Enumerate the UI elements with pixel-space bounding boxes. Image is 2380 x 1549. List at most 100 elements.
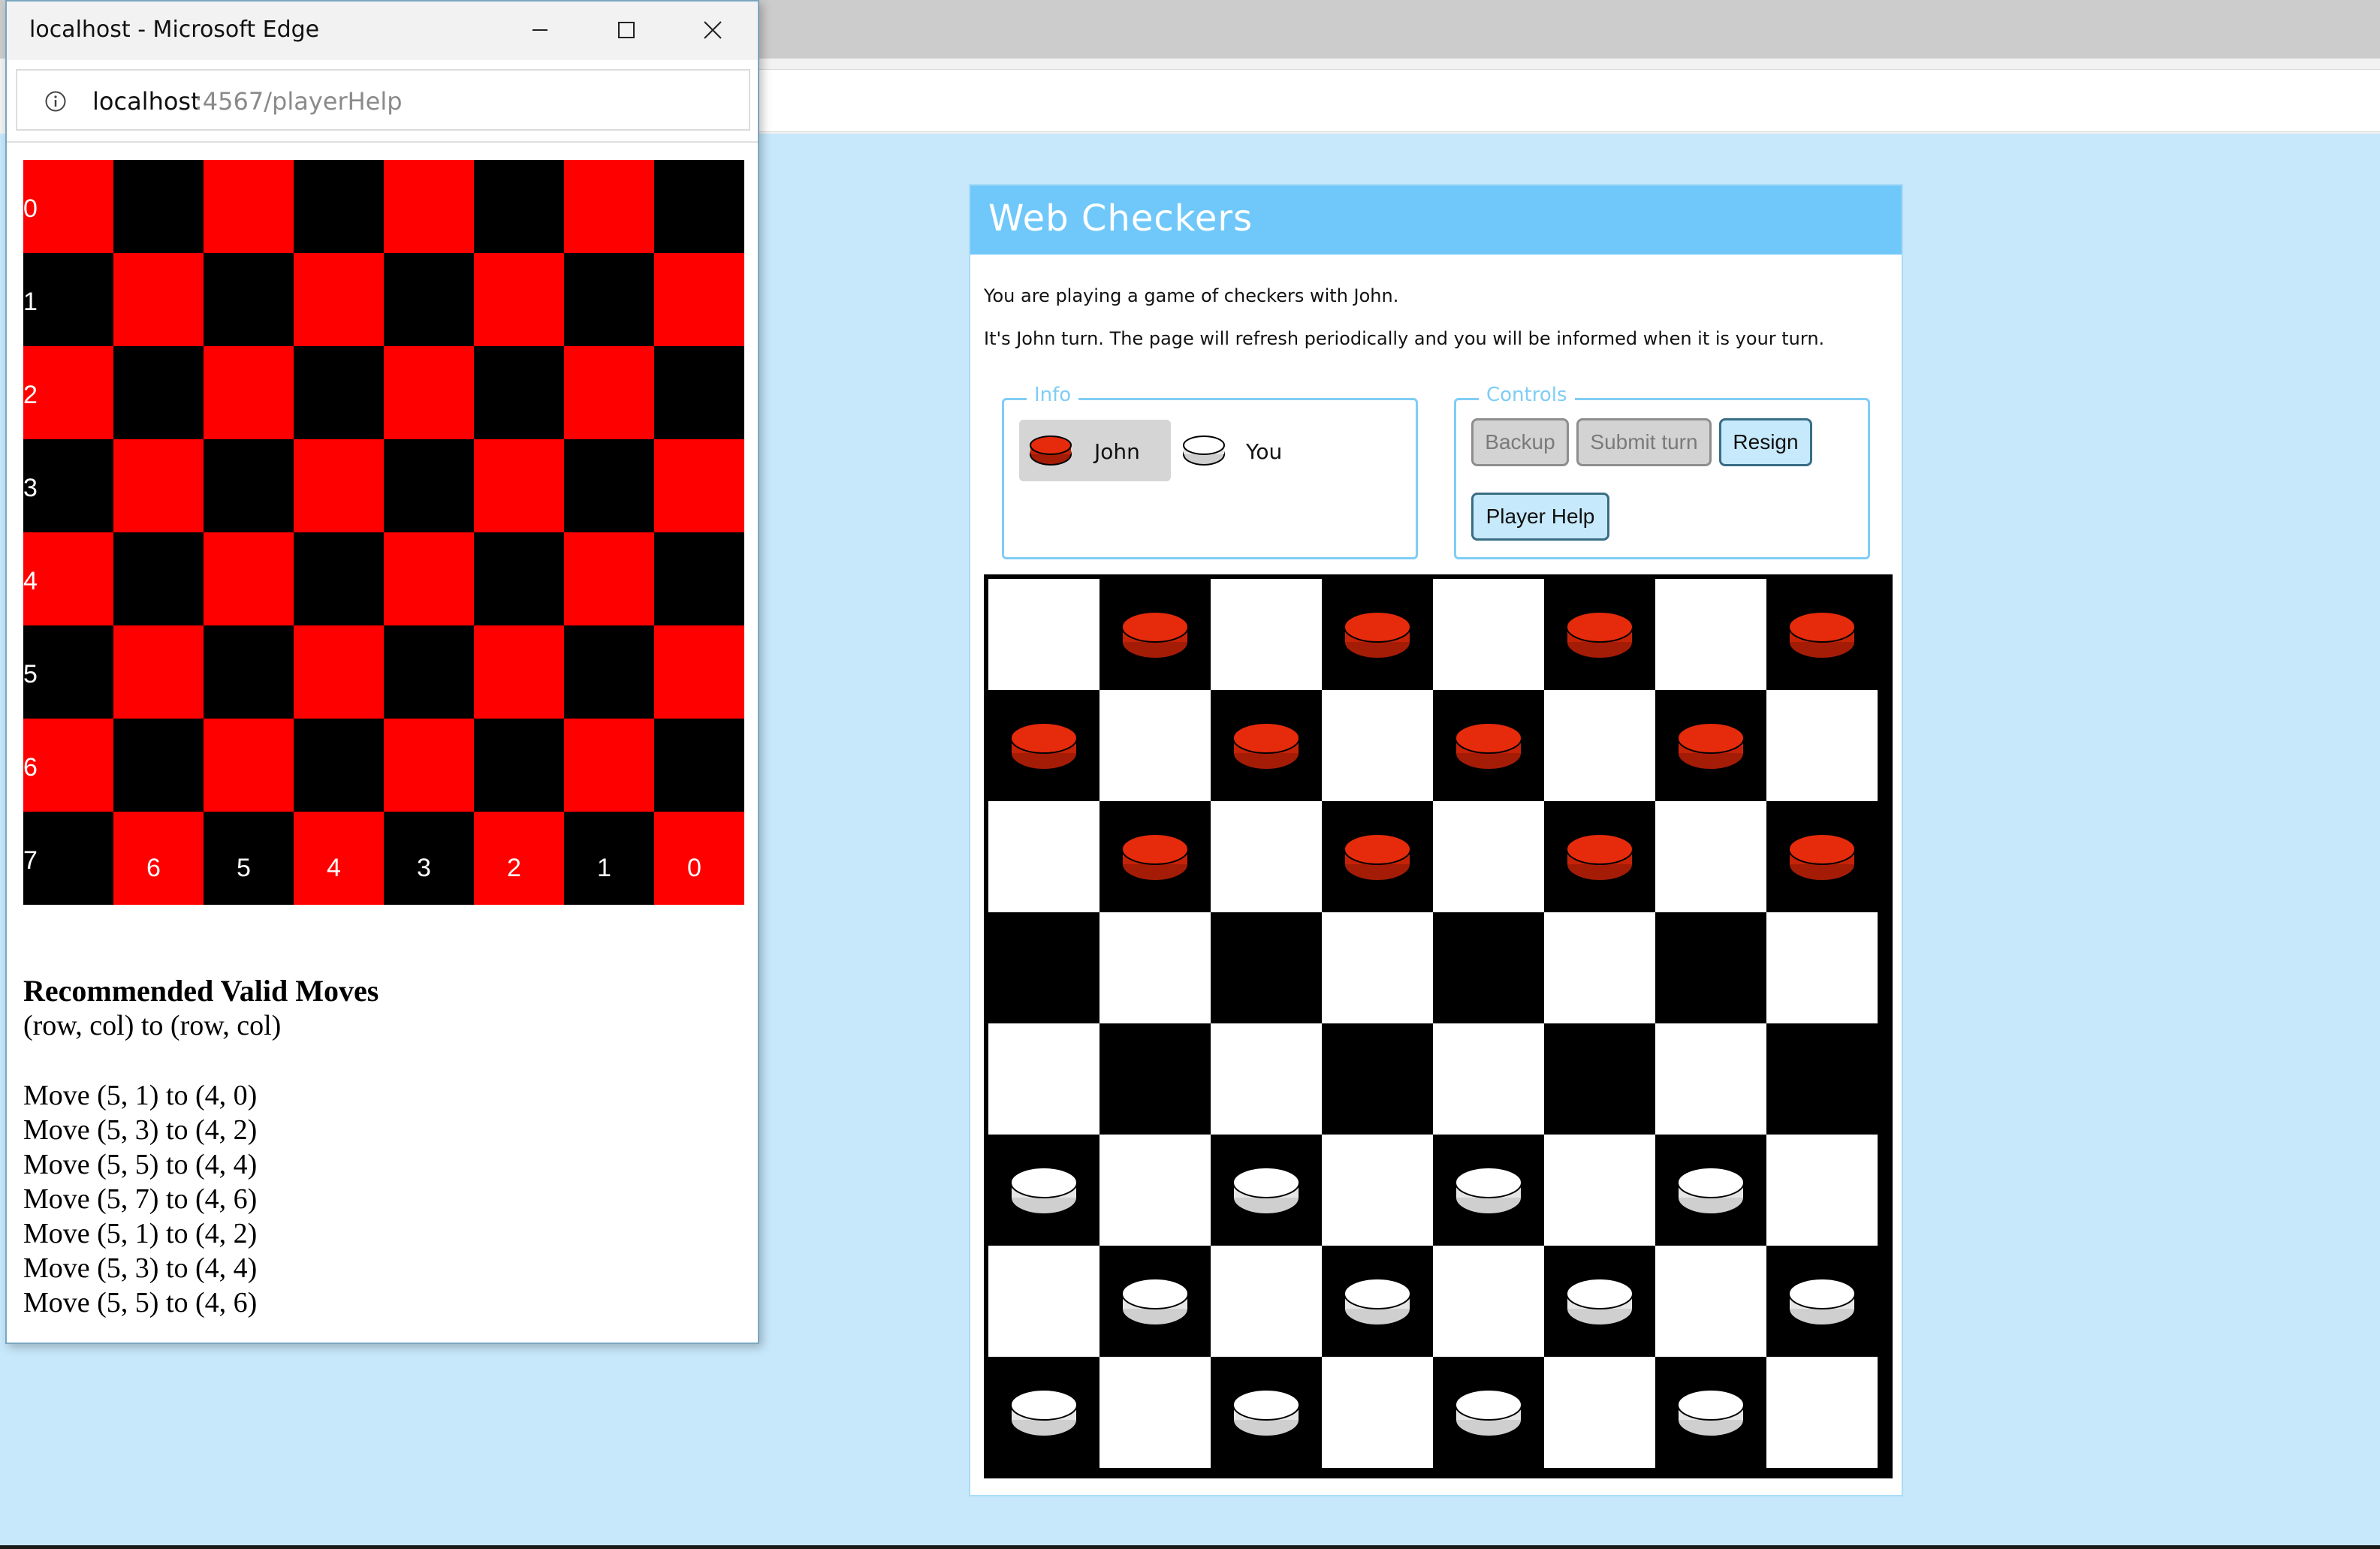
board-square (1655, 579, 1766, 690)
board-square[interactable] (1211, 1135, 1322, 1246)
col-label: 3 (417, 854, 431, 882)
board-square (1100, 1135, 1211, 1246)
submit-turn-button[interactable]: Submit turn (1576, 418, 1712, 466)
board-square[interactable] (1766, 1023, 1878, 1135)
col-label: 1 (597, 854, 611, 882)
move-item: Move (5, 1) to (4, 0) (23, 1080, 258, 1111)
board-square[interactable] (1211, 912, 1322, 1023)
board-square[interactable] (1655, 912, 1766, 1023)
red-piece (1230, 719, 1302, 777)
board-square[interactable] (1544, 579, 1655, 690)
white-piece[interactable] (1675, 1385, 1747, 1444)
board-square (1100, 690, 1211, 801)
move-item: Move (5, 5) to (4, 6) (23, 1287, 258, 1318)
help-square (384, 439, 474, 532)
board-square[interactable] (1655, 690, 1766, 801)
red-piece (1564, 607, 1636, 666)
board-square[interactable] (1544, 1023, 1655, 1135)
red-piece (1341, 830, 1413, 888)
minimize-icon[interactable] (517, 9, 563, 51)
game-message: You are playing a game of checkers with … (984, 285, 1399, 306)
board-square[interactable] (988, 1135, 1100, 1246)
background-address-bar[interactable] (751, 69, 2380, 132)
board-square[interactable] (1322, 1023, 1433, 1135)
moves-heading: Recommended Valid Moves (23, 974, 379, 1008)
moves-list: Move (5, 1) to (4, 0) Move (5, 3) to (4, … (23, 1078, 257, 1320)
backup-button[interactable]: Backup (1471, 418, 1569, 466)
board-square[interactable] (1766, 1246, 1878, 1357)
help-square (113, 253, 204, 346)
board-square[interactable] (1322, 1246, 1433, 1357)
white-piece[interactable] (1675, 1163, 1747, 1222)
board-square[interactable] (1100, 1023, 1211, 1135)
help-square (384, 346, 474, 439)
board-square[interactable] (1433, 912, 1544, 1023)
board-square[interactable] (1544, 801, 1655, 912)
help-square (564, 439, 654, 532)
board-square[interactable] (988, 690, 1100, 801)
white-piece[interactable] (1008, 1163, 1080, 1222)
white-piece[interactable] (1119, 1274, 1191, 1333)
white-piece[interactable] (1341, 1274, 1413, 1333)
board-square[interactable] (988, 1357, 1100, 1468)
help-square (204, 625, 294, 719)
board-square[interactable] (1433, 1357, 1544, 1468)
board-square (1766, 690, 1878, 801)
board-square[interactable] (1100, 579, 1211, 690)
help-square (654, 160, 744, 253)
maximize-icon[interactable] (604, 9, 649, 51)
board-square[interactable] (1322, 801, 1433, 912)
red-piece-icon (1030, 435, 1072, 466)
board-square (1433, 1023, 1544, 1135)
board-square[interactable] (1211, 1357, 1322, 1468)
board-square[interactable] (1655, 1357, 1766, 1468)
close-icon[interactable] (690, 9, 735, 51)
help-square (564, 532, 654, 625)
help-square (654, 625, 744, 719)
board-square[interactable] (1100, 1246, 1211, 1357)
white-piece[interactable] (1452, 1385, 1525, 1444)
controls-fieldset: Controls Backup Submit turn Resign Playe… (1454, 384, 1870, 559)
board-square[interactable] (1433, 690, 1544, 801)
board-square (1322, 690, 1433, 801)
white-piece[interactable] (1786, 1274, 1858, 1333)
board-square[interactable] (1766, 579, 1878, 690)
player-help-button[interactable]: Player Help (1471, 493, 1609, 541)
board-square (1100, 1357, 1211, 1468)
board-square[interactable] (1100, 801, 1211, 912)
board-square (1544, 1135, 1655, 1246)
url-path: :4567/playerHelp (195, 87, 403, 116)
white-piece[interactable] (1452, 1163, 1525, 1222)
red-piece (1341, 607, 1413, 666)
board-square[interactable] (1433, 1135, 1544, 1246)
white-piece[interactable] (1008, 1385, 1080, 1444)
help-square (204, 719, 294, 812)
board-square (1544, 1357, 1655, 1468)
row-label: 7 (23, 846, 38, 875)
board-square[interactable] (1655, 1135, 1766, 1246)
address-bar[interactable]: localhost :4567/playerHelp (16, 69, 750, 131)
white-piece[interactable] (1230, 1163, 1302, 1222)
red-piece (1119, 830, 1191, 888)
resign-button[interactable]: Resign (1719, 418, 1812, 466)
white-piece[interactable] (1564, 1274, 1636, 1333)
board-square[interactable] (1211, 690, 1322, 801)
red-piece (1675, 719, 1747, 777)
help-square (113, 439, 204, 532)
board-square (1322, 1135, 1433, 1246)
red-piece (1564, 830, 1636, 888)
help-square (294, 719, 384, 812)
help-square (474, 719, 564, 812)
board-square (1766, 912, 1878, 1023)
board-square[interactable] (1766, 801, 1878, 912)
board-square (1655, 1023, 1766, 1135)
help-square (294, 532, 384, 625)
help-square (654, 439, 744, 532)
white-piece[interactable] (1230, 1385, 1302, 1444)
board-square[interactable] (988, 912, 1100, 1023)
board-square[interactable] (1322, 579, 1433, 690)
game-title: Web Checkers (988, 197, 1253, 240)
help-square: 2 (474, 812, 564, 905)
site-info-icon[interactable] (44, 90, 67, 113)
board-square[interactable] (1544, 1246, 1655, 1357)
